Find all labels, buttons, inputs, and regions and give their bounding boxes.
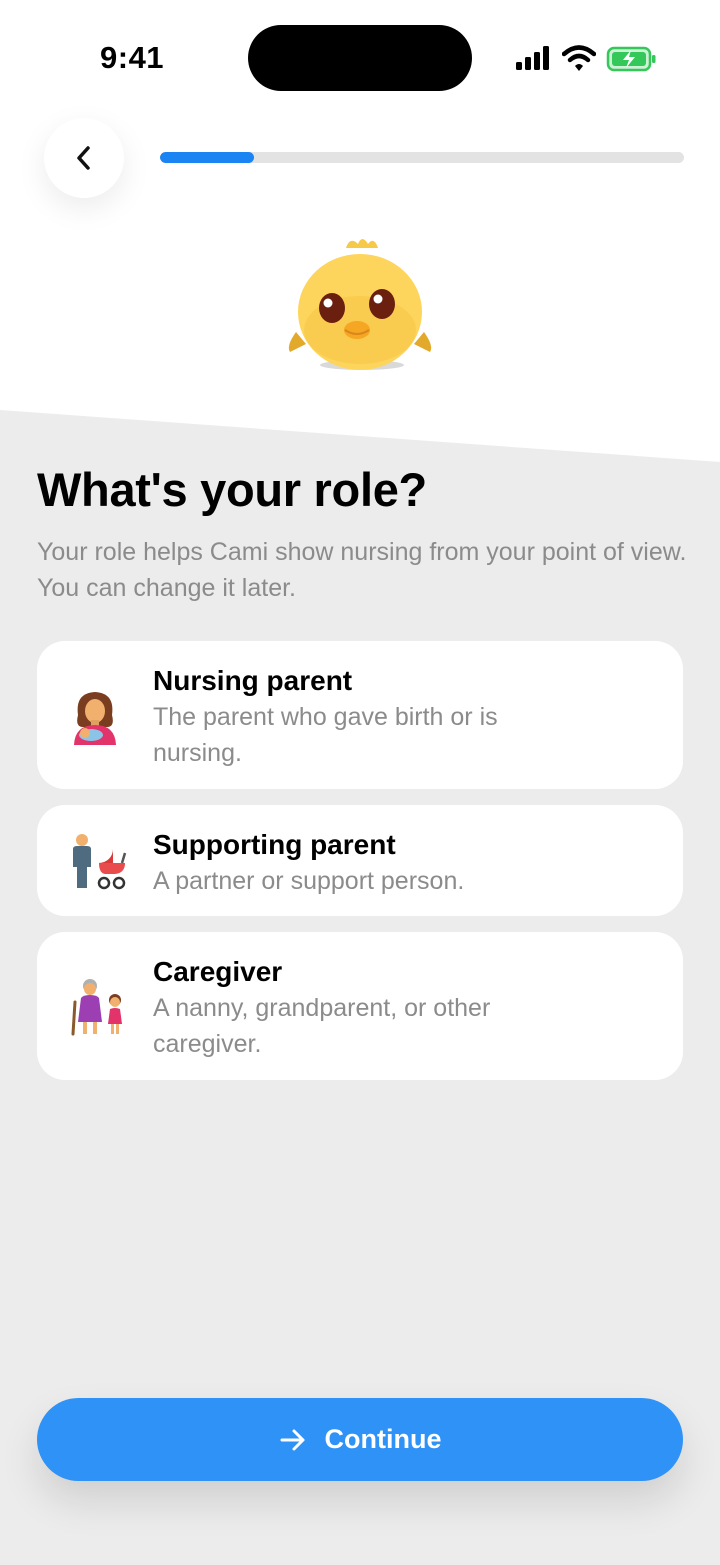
continue-label: Continue	[324, 1424, 442, 1454]
option-description: A nanny, grandparent, or other caregiver…	[153, 994, 491, 1058]
progress-fill	[160, 152, 255, 163]
chevron-left-icon	[77, 146, 90, 170]
option-description: A partner or support person.	[153, 867, 465, 895]
role-option-nursing-parent[interactable]: Nursing parent The parent who gave birth…	[37, 641, 683, 789]
continue-button[interactable]: Continue	[37, 1398, 683, 1481]
role-option-caregiver[interactable]: Caregiver A nanny, grandparent, or other…	[37, 932, 683, 1080]
back-button[interactable]	[44, 118, 124, 198]
battery-charging-icon	[606, 46, 656, 72]
status-time: 9:41	[100, 40, 165, 75]
onboarding-progress-bar	[160, 152, 684, 163]
grandparent-with-child-icon	[71, 979, 122, 1036]
header-area: 9:41	[0, 0, 720, 470]
option-title: Caregiver	[153, 956, 283, 987]
page-subtitle: Your role helps Cami show nursing from y…	[37, 538, 687, 602]
wifi-icon	[562, 45, 596, 71]
status-bar: 9:41	[0, 0, 720, 116]
signal-icon	[516, 46, 549, 70]
person-with-stroller-icon	[73, 834, 127, 890]
dynamic-island	[248, 25, 472, 91]
arrow-right-icon	[280, 1429, 304, 1450]
option-title: Nursing parent	[153, 665, 353, 696]
page-title: What's your role?	[37, 463, 427, 516]
breastfeeding-icon	[74, 692, 116, 745]
chick-mascot-icon	[288, 239, 432, 370]
option-title: Supporting parent	[153, 829, 396, 860]
role-option-supporting-parent[interactable]: Supporting parent A partner or support p…	[37, 805, 683, 916]
option-description: The parent who gave birth or is nursing.	[153, 703, 498, 767]
